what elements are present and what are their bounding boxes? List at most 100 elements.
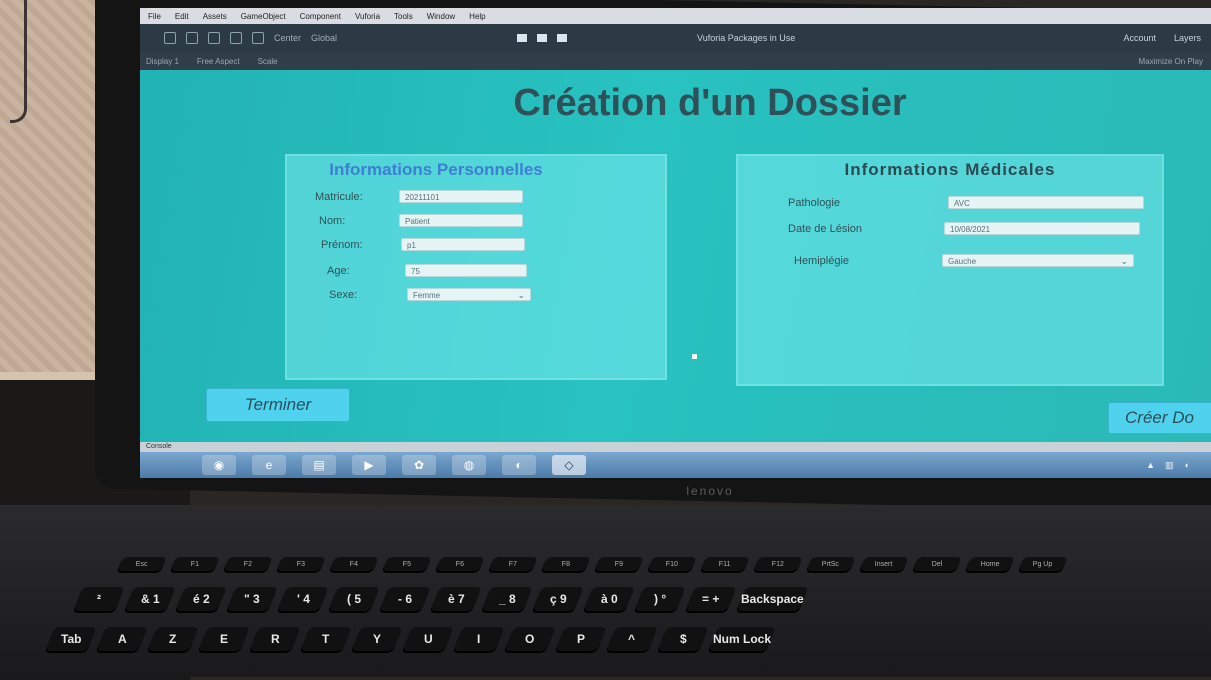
scale-tool-icon[interactable] [230,32,242,44]
move-tool-icon[interactable] [186,32,198,44]
function-key[interactable]: F10 [647,557,697,571]
pivot-global-toggle[interactable]: Global [311,33,337,43]
letter-key[interactable]: Tab [45,627,97,651]
maximize-toggle[interactable]: Maximize On Play [1139,57,1203,66]
menu-vuforia[interactable]: Vuforia [355,12,380,21]
function-key[interactable]: F7 [488,557,538,571]
number-key[interactable]: à 0 [583,587,635,611]
aspect-select[interactable]: Free Aspect [197,57,240,66]
sexe-selected-value: Femme [413,291,441,300]
matricule-input[interactable]: 20211101 [399,190,523,203]
function-key[interactable]: Home [965,557,1015,571]
function-key[interactable]: F2 [223,557,273,571]
step-icon[interactable] [557,34,568,42]
function-key[interactable]: F11 [700,557,750,571]
number-key[interactable]: = + [685,587,737,611]
number-key[interactable]: ç 9 [532,587,584,611]
function-key[interactable]: F12 [753,557,803,571]
rect-tool-icon[interactable] [252,32,264,44]
function-key[interactable]: Del [912,557,962,571]
medical-info-title: Informations Médicales [844,160,1056,179]
display-select[interactable]: Display 1 [146,57,179,66]
laptop-keyboard: Esc F1 F2 F3 F4 F5 F6 F7 F8 F9 F10 F11 F12 PrtSc Inser… [0,505,1211,677]
letter-key[interactable]: O [504,627,556,651]
function-key[interactable]: F8 [541,557,591,571]
menu-help[interactable]: Help [469,12,485,21]
menu-window[interactable]: Window [427,12,455,21]
editor-menubar: File Edit Assets GameObject Component Vu… [140,8,1211,24]
letter-key[interactable]: E [198,627,250,651]
personal-info-panel: Informations Personnelles Matricule: 202… [285,154,667,380]
function-key[interactable]: Insert [859,557,909,571]
creer-dossier-button[interactable]: Créer Do [1108,402,1211,434]
prenom-row: Prénom: p1 [321,238,525,251]
start-button-icon[interactable]: ◉ [202,455,236,475]
menu-assets[interactable]: Assets [203,12,227,21]
prenom-input[interactable]: p1 [401,238,525,251]
pivot-center-toggle[interactable]: Center [274,33,301,43]
number-key[interactable]: è 7 [430,587,482,611]
console-strip[interactable]: Console [140,442,1211,452]
letter-key[interactable]: R [249,627,301,651]
function-key[interactable]: F4 [329,557,379,571]
menu-component[interactable]: Component [300,12,341,21]
rotate-tool-icon[interactable] [208,32,220,44]
tray-arrow-icon[interactable]: ▲ [1146,460,1155,471]
date-lesion-input[interactable]: 10/08/2021 [944,222,1140,235]
media-icon[interactable]: ▶ [352,455,386,475]
function-key[interactable]: F1 [170,557,220,571]
menu-edit[interactable]: Edit [175,12,189,21]
letter-key[interactable]: ^ [606,627,658,651]
function-key[interactable]: F6 [435,557,485,571]
age-input[interactable]: 75 [405,264,527,277]
nom-input[interactable]: Patient [399,214,523,227]
pause-icon[interactable] [537,34,548,42]
letter-key[interactable]: P [555,627,607,651]
number-key[interactable]: ) ° [634,587,686,611]
function-key[interactable]: PrtSc [806,557,856,571]
menu-tools[interactable]: Tools [394,12,413,21]
globe-icon[interactable]: ◐ [502,455,536,475]
network-icon[interactable]: ▥ [1165,460,1174,471]
letter-key[interactable]: A [96,627,148,651]
play-icon[interactable] [517,34,528,42]
unity-icon[interactable]: ◇ [552,455,586,475]
letter-key[interactable]: T [300,627,352,651]
number-key[interactable]: ( 5 [328,587,380,611]
app-icon[interactable]: ✿ [402,455,436,475]
menu-gameobject[interactable]: GameObject [241,12,286,21]
letter-key[interactable]: U [402,627,454,651]
number-key[interactable]: é 2 [175,587,227,611]
letter-key[interactable]: Z [147,627,199,651]
letter-key[interactable]: $ [657,627,709,651]
layers-dropdown[interactable]: Layers [1174,33,1201,43]
number-key[interactable]: ' 4 [277,587,329,611]
letter-key[interactable]: Num Lock [708,627,776,651]
number-key[interactable]: _ 8 [481,587,533,611]
letter-key[interactable]: I [453,627,505,651]
terminer-button[interactable]: Terminer [206,388,350,422]
number-key[interactable]: & 1 [124,587,176,611]
hemiplegie-select[interactable]: Gauche ⌄ [942,254,1134,267]
hand-tool-icon[interactable] [164,32,176,44]
packages-label[interactable]: Vuforia Packages in Use [697,33,795,43]
function-key[interactable]: Esc [117,557,167,571]
pathologie-input[interactable]: AVC [948,196,1144,209]
number-key[interactable]: ² [73,587,125,611]
function-key[interactable]: F9 [594,557,644,571]
volume-icon[interactable]: ◖ [1184,460,1189,471]
scale-slider-label[interactable]: Scale [258,57,278,66]
menu-file[interactable]: File [148,12,161,21]
function-key[interactable]: F5 [382,557,432,571]
chrome-icon[interactable]: ◍ [452,455,486,475]
number-key[interactable]: Backspace [736,587,809,611]
browser-icon[interactable]: e [252,455,286,475]
function-key[interactable]: Pg Up [1018,557,1068,571]
letter-key[interactable]: Y [351,627,403,651]
folder-icon[interactable]: ▤ [302,455,336,475]
number-key[interactable]: - 6 [379,587,431,611]
sexe-select[interactable]: Femme ⌄ [407,288,531,301]
number-key[interactable]: " 3 [226,587,278,611]
account-dropdown[interactable]: Account [1123,33,1156,43]
function-key[interactable]: F3 [276,557,326,571]
